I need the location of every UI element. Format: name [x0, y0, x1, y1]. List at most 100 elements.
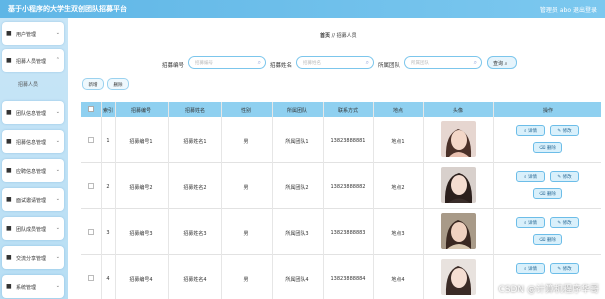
sidebar-item-team-info[interactable]: ■ 团队信息管理 ⌄ [2, 101, 64, 124]
search-label-code: 招募编号 [162, 63, 185, 69]
search-input-name[interactable]: 招募姓名 ⌕ [296, 56, 374, 69]
sidebar-subitem-recruiters[interactable]: 招募人员 [2, 77, 64, 92]
breadcrumb-home[interactable]: 首页 [320, 33, 330, 39]
sidebar-item-users[interactable]: ■ 用户管理 ⌄ [2, 22, 64, 45]
delete-button[interactable]: 删除 [107, 78, 129, 90]
sidebar-item-label: 用户管理 [16, 32, 37, 38]
chevron-up-icon: ⌃ [55, 57, 60, 63]
row-delete-button[interactable]: ⌫ 删除 [533, 234, 562, 245]
search-input-team[interactable]: 所属团队 ⌕ [404, 56, 482, 69]
column-header: 招募编号 [130, 108, 152, 114]
app-title: 基于小程序的大学生双创团队招募平台 [8, 5, 127, 13]
logout-link[interactable]: 退出登录 [573, 5, 597, 14]
edit-button[interactable]: ✎ 修改 [550, 217, 579, 228]
column-divider [423, 102, 424, 299]
avatar-photo [441, 167, 476, 203]
cell-gender: 男 [243, 231, 249, 237]
column-header: 所属团队 [286, 108, 308, 114]
avatar-photo [441, 121, 476, 157]
user-label[interactable]: 管理员 abo [540, 5, 571, 14]
cell-team: 所属团队1 [285, 139, 309, 145]
avatar [441, 213, 476, 249]
cell-name: 招募姓名4 [183, 277, 207, 283]
cell-team: 所属团队2 [285, 185, 309, 191]
chevron-down-icon: ⌄ [55, 254, 60, 260]
chevron-down-icon: ⌄ [55, 30, 60, 36]
edit-label: 修改 [562, 221, 572, 226]
edit-label: 修改 [562, 129, 572, 134]
chevron-down-icon: ⌄ [55, 283, 60, 289]
edit-button[interactable]: ✎ 修改 [550, 125, 579, 136]
search-label-team: 所属团队 [378, 63, 401, 69]
cell-code: 招募编号4 [129, 277, 153, 283]
detail-button[interactable]: ⌕ 详情 [516, 263, 545, 274]
delete-label: 删除 [546, 192, 556, 197]
folder-icon: ■ [6, 283, 12, 290]
breadcrumb-separator: // [331, 33, 335, 39]
cell-gender: 男 [243, 185, 249, 191]
column-header: 性别 [240, 108, 252, 114]
sidebar-item-label: 面试邀请管理 [16, 198, 47, 204]
cell-code: 招募编号3 [129, 231, 153, 237]
row-checkbox[interactable] [88, 275, 94, 281]
edit-label: 修改 [562, 175, 572, 180]
column-header: 头像 [452, 108, 464, 114]
detail-label: 详情 [527, 129, 537, 134]
sidebar-item-interviews[interactable]: ■ 面试邀请管理 ⌄ [2, 188, 64, 211]
search-icon: ⌕ [473, 59, 477, 66]
search-button[interactable]: 查询 ⌕ [487, 56, 517, 69]
cell-team: 所属团队4 [285, 277, 309, 283]
avatar [441, 167, 476, 203]
folder-icon: ■ [6, 254, 12, 261]
row-delete-button[interactable]: ⌫ 删除 [533, 188, 562, 199]
column-divider [168, 102, 169, 299]
folder-icon: ■ [6, 225, 12, 232]
sidebar-item-system[interactable]: ■ 系统管理 ⌄ [2, 275, 64, 298]
sidebar-item-label: 团队信息管理 [16, 111, 47, 117]
search-placeholder: 招募姓名 [303, 61, 321, 66]
table-row: 1 招募编号1 招募姓名1 男 所属团队1 13823888881 地点1 ⌕ … [81, 117, 601, 163]
avatar-photo [441, 213, 476, 249]
column-header: 招募姓名 [184, 108, 206, 114]
detail-button[interactable]: ⌕ 详情 [516, 171, 545, 182]
cell-name: 招募姓名2 [183, 185, 207, 191]
chevron-down-icon: ⌄ [55, 196, 60, 202]
cell-phone: 13823888884 [330, 276, 366, 282]
sidebar-item-sharing[interactable]: ■ 交流分享管理 ⌄ [2, 246, 64, 269]
detail-button[interactable]: ⌕ 详情 [516, 217, 545, 228]
folder-icon: ■ [6, 109, 12, 116]
chevron-down-icon: ⌄ [55, 167, 60, 173]
sidebar-item-label: 系统管理 [16, 285, 37, 291]
chevron-down-icon: ⌄ [55, 138, 60, 144]
sidebar-item-applications[interactable]: ■ 应聘信息管理 ⌄ [2, 159, 64, 182]
cell-code: 招募编号2 [129, 185, 153, 191]
avatar [441, 121, 476, 157]
add-button[interactable]: 新增 [82, 78, 104, 90]
select-all-checkbox[interactable] [88, 106, 94, 112]
search-input-code[interactable]: 招募编号 ⌕ [188, 56, 266, 69]
cell-gender: 男 [243, 277, 249, 283]
search-label-name: 招募姓名 [270, 63, 293, 69]
folder-icon: ■ [6, 167, 12, 174]
breadcrumb-current: 招募人员 [336, 33, 357, 39]
column-header: 索引 [102, 108, 114, 114]
row-checkbox[interactable] [88, 229, 94, 235]
cell-name: 招募姓名1 [183, 139, 207, 145]
search-icon: ⌕ [504, 61, 508, 67]
chevron-down-icon: ⌄ [55, 109, 60, 115]
detail-button[interactable]: ⌕ 详情 [516, 125, 545, 136]
row-checkbox[interactable] [88, 183, 94, 189]
sidebar-item-recruit-info[interactable]: ■ 招募信息管理 ⌄ [2, 130, 64, 153]
sidebar-item-label: 招募人员管理 [16, 59, 47, 65]
folder-icon: ■ [6, 138, 12, 145]
search-placeholder: 所属团队 [411, 61, 429, 66]
row-delete-button[interactable]: ⌫ 删除 [533, 142, 562, 153]
cell-name: 招募姓名3 [183, 231, 207, 237]
sidebar-item-recruiters[interactable]: ■ 招募人员管理 ⌃ [2, 49, 64, 72]
edit-button[interactable]: ✎ 修改 [550, 171, 579, 182]
edit-button[interactable]: ✎ 修改 [550, 263, 579, 274]
sidebar-item-members[interactable]: ■ 团队成员管理 ⌄ [2, 217, 64, 240]
row-checkbox[interactable] [88, 137, 94, 143]
chevron-down-icon: ⌄ [55, 225, 60, 231]
detail-label: 详情 [527, 175, 537, 180]
